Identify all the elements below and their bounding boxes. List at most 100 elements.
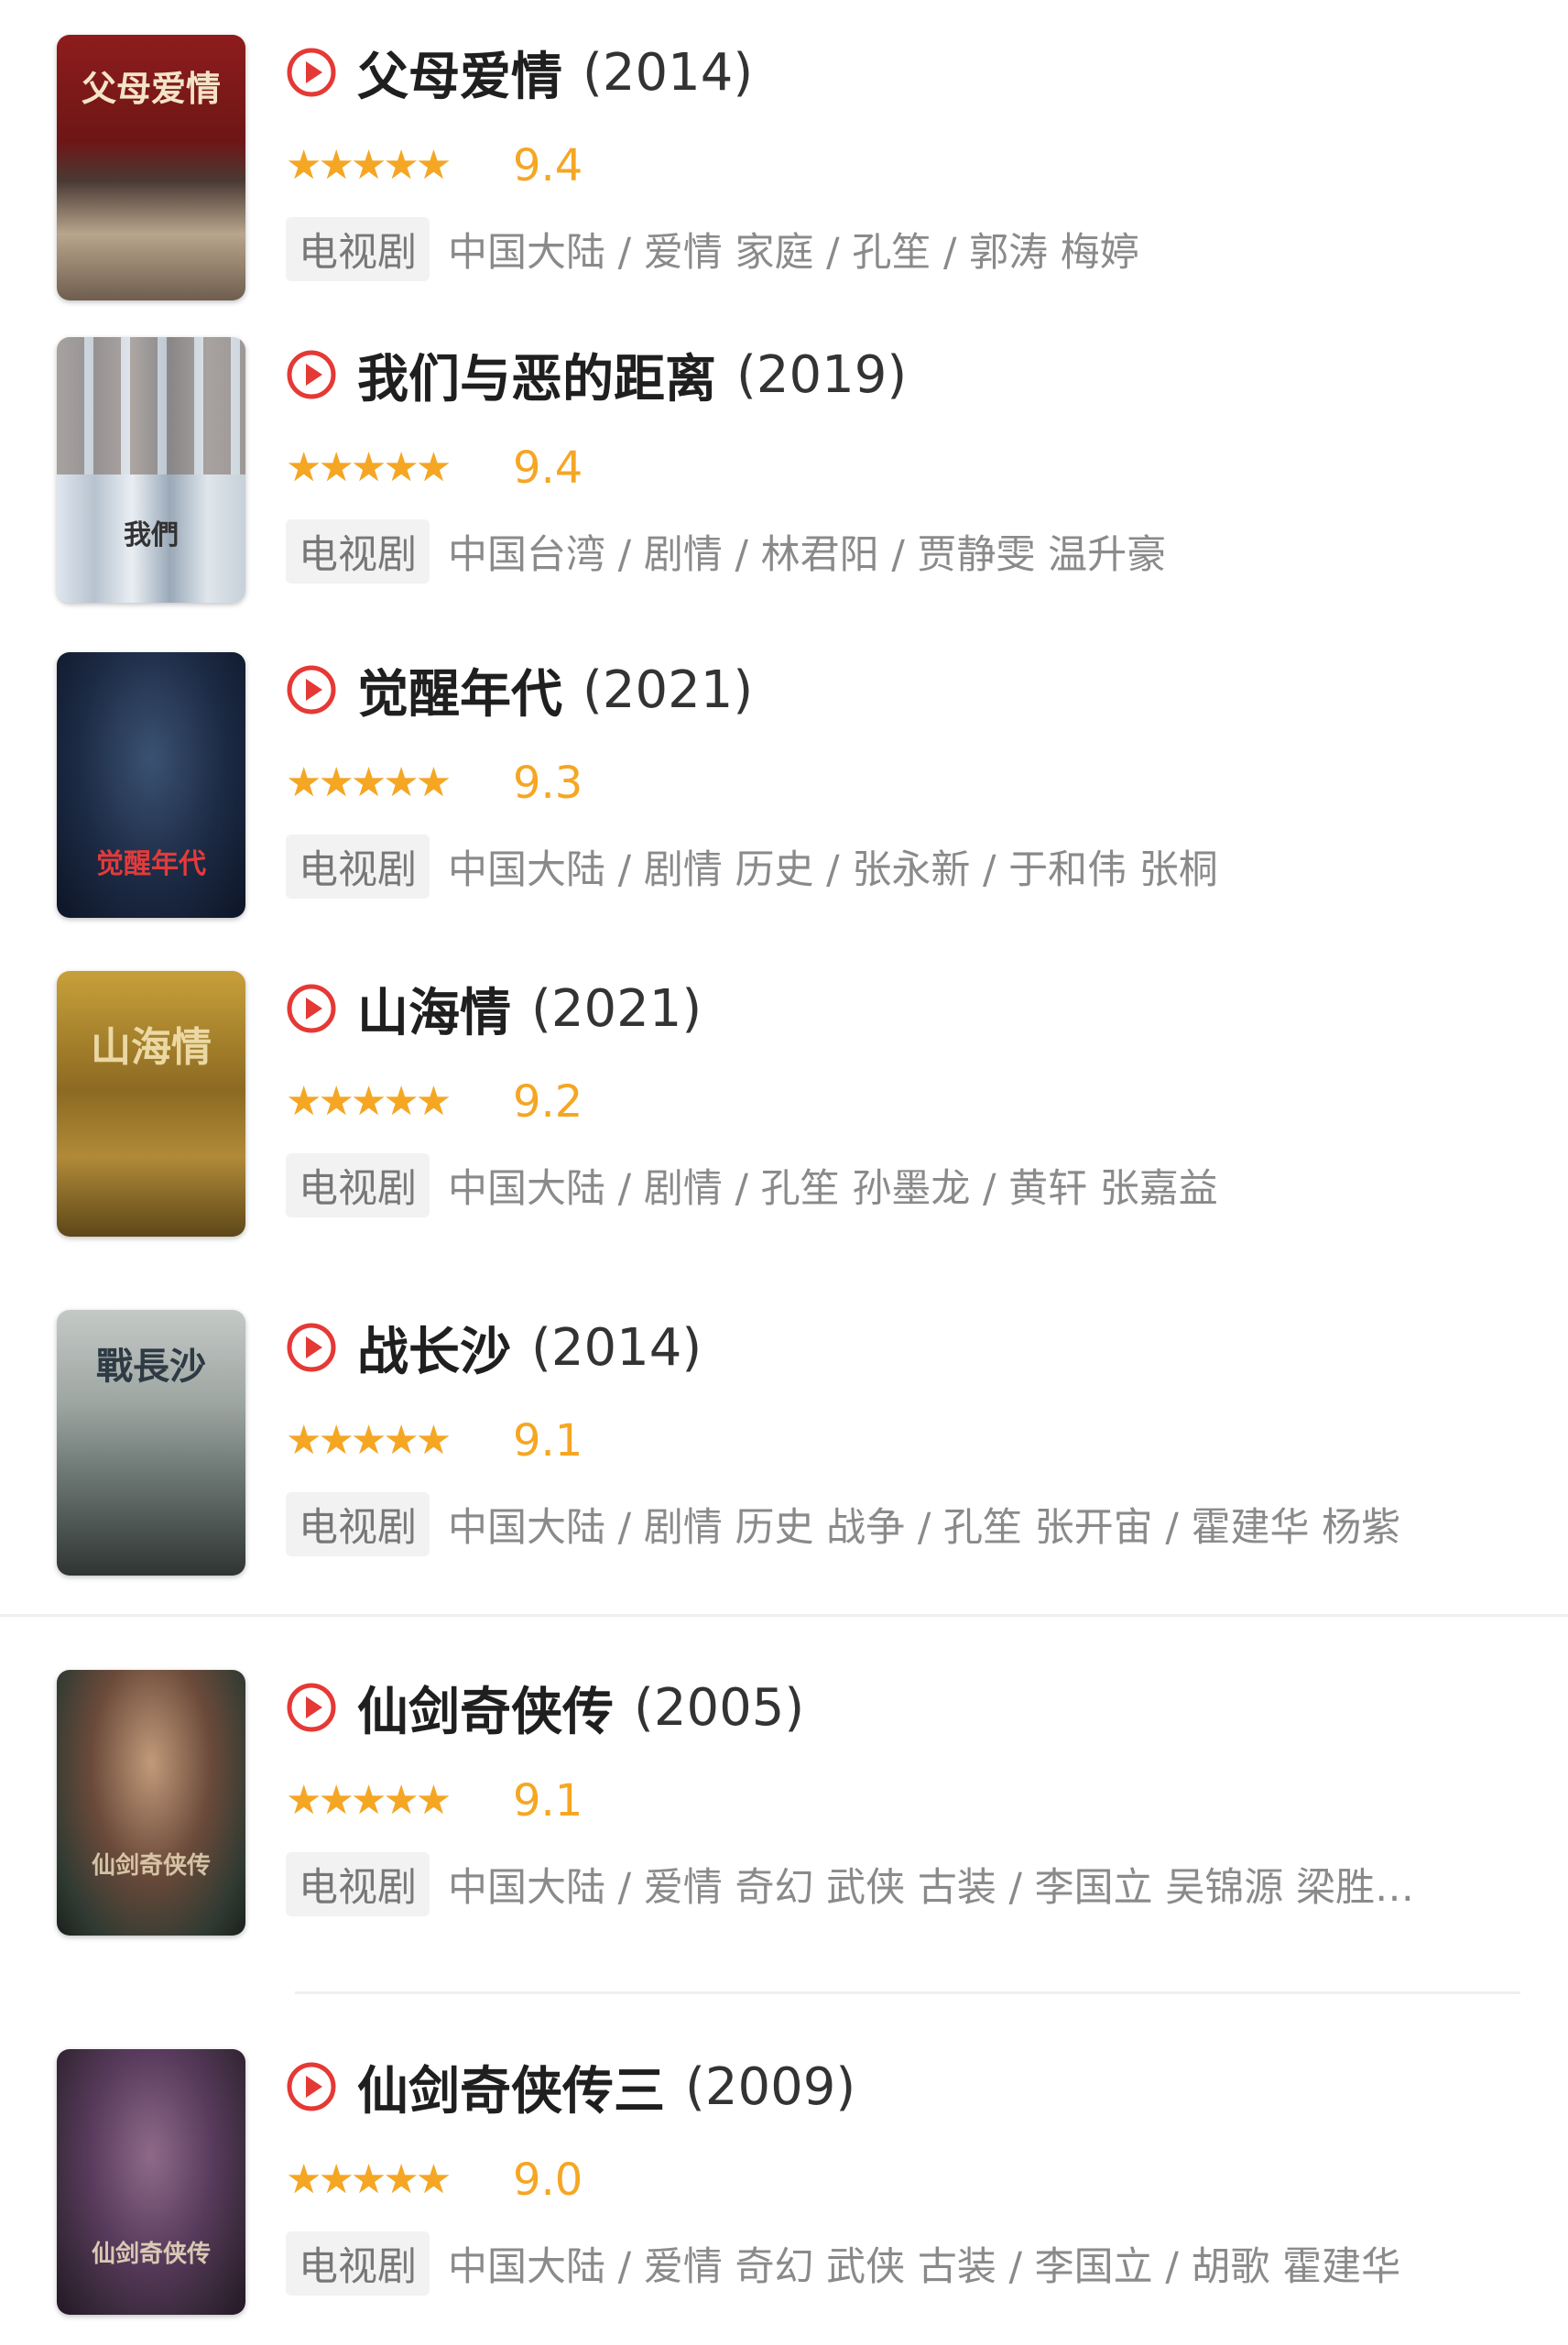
item-meta: 中国大陆 / 爱情 家庭 / 孔笙 / 郭涛 梅婷: [448, 230, 1139, 276]
play-icon[interactable]: [286, 1322, 337, 1373]
star-rating: ★★★★★ ★★★★★: [286, 763, 489, 803]
item-meta: 中国大陆 / 爱情 奇幻 武侠 古装 / 李国立 吴锦源 梁胜…: [448, 1865, 1414, 1911]
poster-title: 戰長沙: [96, 1345, 206, 1388]
star-rating: ★★★★★ ★★★★★: [286, 448, 489, 488]
star-rating: ★★★★★ ★★★★★: [286, 1082, 489, 1122]
star-rating: ★★★★★ ★★★★★: [286, 146, 489, 186]
title-row[interactable]: 山海情 (2021): [286, 978, 702, 1043]
item-title[interactable]: 觉醒年代: [357, 653, 562, 727]
rating-score: 9.2: [513, 1076, 583, 1128]
meta-row: 电视剧 中国大陆 / 剧情 历史 / 张永新 / 于和伟 张桐: [286, 834, 1218, 899]
category-tag: 电视剧: [286, 834, 430, 899]
movie-list: 父母爱情 父母爱情 (2014) ★★★★★ ★★★★★ 9.4 电视剧 中国大…: [0, 0, 1568, 2345]
title-row[interactable]: 觉醒年代 (2021): [286, 660, 754, 725]
list-item[interactable]: 我們 我们与恶的距离 (2019) ★★★★★ ★★★★★ 9.4 电视剧 中国…: [0, 337, 1568, 612]
item-meta: 中国台湾 / 剧情 / 林君阳 / 贾静雯 温升豪: [448, 532, 1167, 578]
poster-title: 仙剑奇侠传: [91, 2241, 211, 2268]
star-icons-filled: ★★★★★: [286, 763, 452, 803]
rating-score: 9.1: [513, 1415, 583, 1467]
poster-title: 山海情: [91, 1024, 212, 1071]
title-row[interactable]: 战长沙 (2014): [286, 1317, 702, 1382]
rating-score: 9.0: [513, 2154, 583, 2206]
rating-row: ★★★★★ ★★★★★ 9.3: [286, 758, 583, 809]
play-icon[interactable]: [286, 983, 337, 1034]
poster-title: 仙剑奇侠传: [91, 1852, 211, 1880]
play-icon[interactable]: [286, 2061, 337, 2112]
poster-image[interactable]: 我們: [57, 337, 245, 603]
rating-score: 9.1: [513, 1775, 583, 1827]
star-icons-filled: ★★★★★: [286, 1781, 452, 1821]
item-meta: 中国大陆 / 剧情 历史 / 张永新 / 于和伟 张桐: [448, 847, 1218, 893]
title-row[interactable]: 仙剑奇侠传三 (2009): [286, 2056, 856, 2121]
title-row[interactable]: 仙剑奇侠传 (2005): [286, 1677, 805, 1742]
play-icon[interactable]: [286, 349, 337, 400]
item-year: (2005): [634, 1677, 805, 1738]
title-row[interactable]: 父母爱情 (2014): [286, 42, 754, 107]
star-rating: ★★★★★ ★★★★★: [286, 2160, 489, 2200]
list-item[interactable]: 仙剑奇侠传 仙剑奇侠传 (2005) ★★★★★ ★★★★★ 9.1 电视剧 中…: [0, 1670, 1568, 1945]
item-divider: [295, 1991, 1520, 1994]
category-tag: 电视剧: [286, 1852, 430, 1916]
play-icon[interactable]: [286, 47, 337, 98]
rating-row: ★★★★★ ★★★★★ 9.4: [286, 442, 583, 494]
item-meta: 中国大陆 / 剧情 历史 战争 / 孔笙 张开宙 / 霍建华 杨紫: [448, 1505, 1401, 1551]
meta-row: 电视剧 中国大陆 / 剧情 / 孔笙 孙墨龙 / 黄轩 张嘉益: [286, 1153, 1218, 1217]
poster-faces: [57, 337, 245, 474]
item-year: (2021): [583, 660, 754, 720]
item-title[interactable]: 山海情: [357, 972, 511, 1046]
title-row[interactable]: 我们与恶的距离 (2019): [286, 344, 908, 409]
poster-image[interactable]: 觉醒年代: [57, 652, 245, 918]
poster-image[interactable]: 仙剑奇侠传: [57, 2049, 245, 2315]
rating-row: ★★★★★ ★★★★★ 9.1: [286, 1775, 583, 1827]
list-item[interactable]: 仙剑奇侠传 仙剑奇侠传三 (2009) ★★★★★ ★★★★★ 9.0 电视剧 …: [0, 2049, 1568, 2324]
poster-image[interactable]: 父母爱情: [57, 35, 245, 300]
play-icon[interactable]: [286, 664, 337, 715]
star-rating: ★★★★★ ★★★★★: [286, 1421, 489, 1461]
rating-row: ★★★★★ ★★★★★ 9.2: [286, 1076, 583, 1128]
rating-score: 9.3: [513, 758, 583, 809]
category-tag: 电视剧: [286, 217, 430, 281]
poster-image[interactable]: 仙剑奇侠传: [57, 1670, 245, 1936]
category-tag: 电视剧: [286, 2231, 430, 2296]
star-icons-filled: ★★★★★: [286, 1082, 452, 1122]
poster-image[interactable]: 山海情: [57, 971, 245, 1237]
section-divider: [0, 1614, 1568, 1617]
rating-row: ★★★★★ ★★★★★ 9.4: [286, 140, 583, 191]
poster-image[interactable]: 戰長沙: [57, 1310, 245, 1576]
star-icons-filled: ★★★★★: [286, 448, 452, 488]
rating-row: ★★★★★ ★★★★★ 9.0: [286, 2154, 583, 2206]
star-rating: ★★★★★ ★★★★★: [286, 1781, 489, 1821]
item-year: (2014): [583, 42, 754, 103]
list-item[interactable]: 觉醒年代 觉醒年代 (2021) ★★★★★ ★★★★★ 9.3 电视剧 中国大…: [0, 652, 1568, 927]
item-title[interactable]: 仙剑奇侠传三: [357, 2050, 665, 2124]
star-icons-filled: ★★★★★: [286, 2160, 452, 2200]
rating-row: ★★★★★ ★★★★★ 9.1: [286, 1415, 583, 1467]
meta-row: 电视剧 中国大陆 / 剧情 历史 战争 / 孔笙 张开宙 / 霍建华 杨紫: [286, 1492, 1401, 1556]
poster-title: 觉醒年代: [96, 848, 206, 880]
category-tag: 电视剧: [286, 1492, 430, 1556]
list-item[interactable]: 戰長沙 战长沙 (2014) ★★★★★ ★★★★★ 9.1 电视剧 中国大陆 …: [0, 1310, 1568, 1585]
poster-title: 我們: [124, 519, 179, 551]
item-title[interactable]: 战长沙: [357, 1311, 511, 1385]
item-year: (2014): [531, 1317, 702, 1378]
list-item[interactable]: 山海情 山海情 (2021) ★★★★★ ★★★★★ 9.2 电视剧 中国大陆 …: [0, 971, 1568, 1246]
rating-score: 9.4: [513, 140, 583, 191]
category-tag: 电视剧: [286, 1153, 430, 1217]
item-title[interactable]: 我们与恶的距离: [357, 338, 716, 412]
meta-row: 电视剧 中国台湾 / 剧情 / 林君阳 / 贾静雯 温升豪: [286, 519, 1167, 584]
star-icons-filled: ★★★★★: [286, 146, 452, 186]
play-icon[interactable]: [286, 1682, 337, 1733]
rating-score: 9.4: [513, 442, 583, 494]
poster-title: 父母爱情: [81, 68, 221, 109]
item-year: (2019): [736, 344, 908, 405]
item-year: (2021): [531, 978, 702, 1039]
meta-row: 电视剧 中国大陆 / 爱情 家庭 / 孔笙 / 郭涛 梅婷: [286, 217, 1139, 281]
item-year: (2009): [685, 2056, 856, 2117]
item-title[interactable]: 父母爱情: [357, 36, 562, 110]
meta-row: 电视剧 中国大陆 / 爱情 奇幻 武侠 古装 / 李国立 / 胡歌 霍建华: [286, 2231, 1400, 2296]
item-title[interactable]: 仙剑奇侠传: [357, 1671, 614, 1745]
item-meta: 中国大陆 / 剧情 / 孔笙 孙墨龙 / 黄轩 张嘉益: [448, 1166, 1218, 1212]
category-tag: 电视剧: [286, 519, 430, 584]
list-item[interactable]: 父母爱情 父母爱情 (2014) ★★★★★ ★★★★★ 9.4 电视剧 中国大…: [0, 35, 1568, 310]
meta-row: 电视剧 中国大陆 / 爱情 奇幻 武侠 古装 / 李国立 吴锦源 梁胜…: [286, 1852, 1414, 1916]
